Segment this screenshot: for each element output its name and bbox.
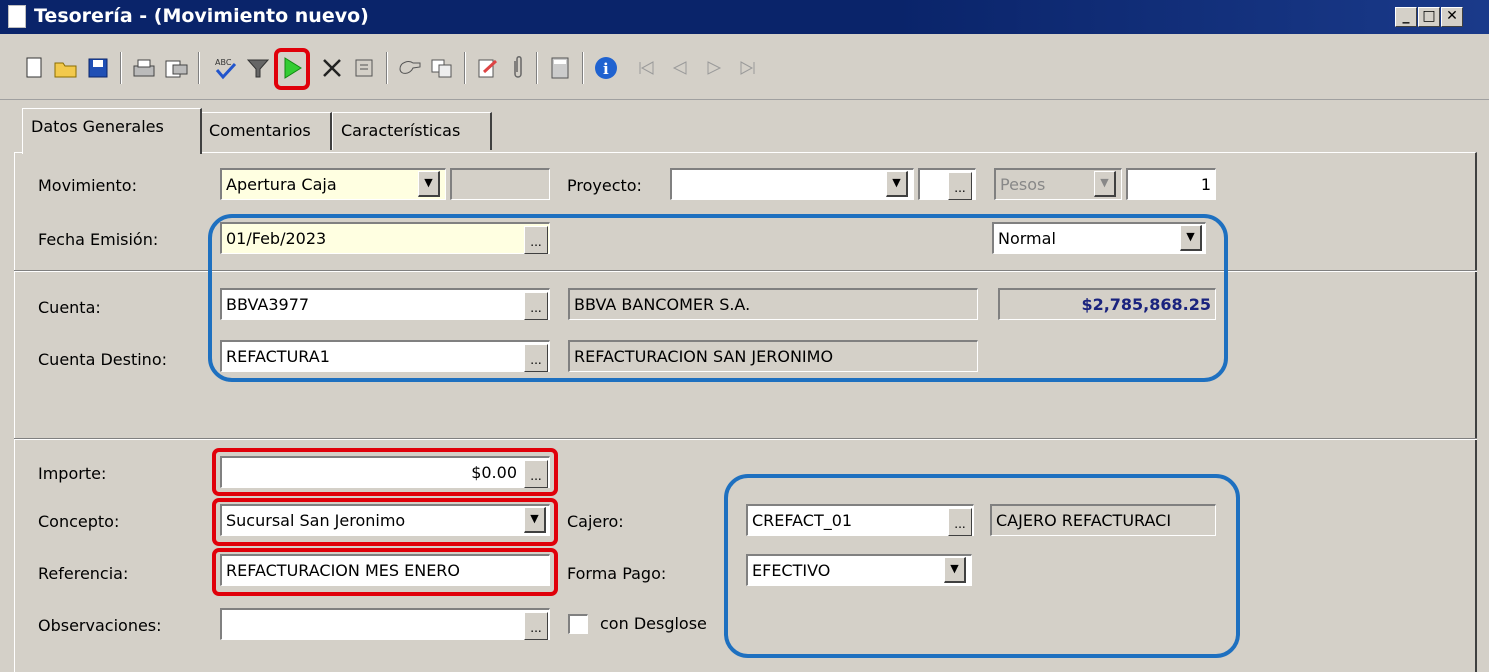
toolbar-separator xyxy=(120,52,122,84)
calculator-icon[interactable] xyxy=(546,54,574,82)
open-folder-icon[interactable] xyxy=(52,54,80,82)
movimiento-label: Movimiento: xyxy=(38,176,137,195)
title-bar: Tesorería - (Movimiento nuevo) _ □ ✕ xyxy=(0,0,1489,34)
importe-highlight xyxy=(212,448,558,496)
copy-icon[interactable] xyxy=(428,54,456,82)
toolbar-separator xyxy=(198,52,200,84)
proyecto-label: Proyecto: xyxy=(567,176,642,195)
movimiento-id-field xyxy=(450,168,550,200)
affect-play-icon[interactable] xyxy=(278,54,306,82)
tipo-cambio-field[interactable]: 1 xyxy=(1126,168,1216,200)
cancel-x-icon[interactable] xyxy=(318,54,346,82)
window-title: Tesorería - (Movimiento nuevo) xyxy=(34,5,369,27)
concepto-label: Concepto: xyxy=(38,512,120,531)
toolbar-separator xyxy=(386,52,388,84)
toolbar-separator xyxy=(464,52,466,84)
new-document-icon[interactable] xyxy=(20,54,48,82)
referencia-highlight xyxy=(212,548,558,596)
observaciones-field[interactable] xyxy=(220,608,550,640)
cuenta-destino-label: Cuenta Destino: xyxy=(38,350,167,369)
cuenta-label: Cuenta: xyxy=(38,298,101,317)
movimiento-select[interactable]: Apertura Caja xyxy=(220,168,446,200)
chevron-down-icon[interactable]: ▼ xyxy=(418,171,440,197)
document-icon xyxy=(8,5,26,28)
concepto-highlight xyxy=(212,498,558,546)
close-icon[interactable]: ✕ xyxy=(1441,7,1463,27)
con-desglose-label: con Desglose xyxy=(600,614,707,633)
importe-label: Importe: xyxy=(38,464,107,483)
fecha-emision-label: Fecha Emisión: xyxy=(38,230,159,249)
con-desglose-checkbox[interactable] xyxy=(568,614,588,634)
svg-text:ABC: ABC xyxy=(215,58,232,67)
print-icon[interactable] xyxy=(130,54,158,82)
spell-check-icon[interactable]: ABC xyxy=(212,54,240,82)
referencia-label: Referencia: xyxy=(38,564,129,583)
print-preview-icon[interactable] xyxy=(162,54,190,82)
last-record-icon[interactable] xyxy=(734,54,762,82)
tab-comentarios[interactable]: Comentarios xyxy=(200,112,332,150)
previous-record-icon[interactable] xyxy=(666,54,694,82)
account-section-highlight xyxy=(208,214,1228,382)
delete-icon[interactable] xyxy=(350,54,378,82)
next-record-icon[interactable] xyxy=(700,54,728,82)
tab-datos-generales[interactable]: Datos Generales xyxy=(22,108,202,154)
paperclip-icon[interactable] xyxy=(504,54,532,82)
minimize-icon[interactable]: _ xyxy=(1395,7,1417,27)
maximize-icon[interactable]: □ xyxy=(1418,7,1440,27)
cajero-section-highlight xyxy=(724,474,1240,658)
chevron-down-icon[interactable]: ▼ xyxy=(886,171,908,197)
toolbar-separator xyxy=(582,52,584,84)
section-divider xyxy=(14,438,1477,440)
save-icon[interactable] xyxy=(84,54,112,82)
edit-icon[interactable] xyxy=(474,54,502,82)
forma-pago-label: Forma Pago: xyxy=(567,564,667,583)
info-icon[interactable]: i xyxy=(592,54,620,82)
filter-icon[interactable] xyxy=(244,54,272,82)
attach-hand-icon[interactable] xyxy=(396,54,424,82)
toolbar-separator xyxy=(536,52,538,84)
proyecto-select[interactable] xyxy=(670,168,914,200)
tab-caracteristicas[interactable]: Características xyxy=(332,112,492,150)
observaciones-label: Observaciones: xyxy=(38,616,162,635)
first-record-icon[interactable] xyxy=(632,54,660,82)
svg-text:i: i xyxy=(603,60,609,78)
observaciones-lookup-button[interactable]: ... xyxy=(524,612,548,640)
chevron-down-icon: ▼ xyxy=(1094,171,1116,197)
cajero-label: Cajero: xyxy=(567,512,624,531)
proyecto-lookup-button[interactable]: ... xyxy=(948,172,972,200)
